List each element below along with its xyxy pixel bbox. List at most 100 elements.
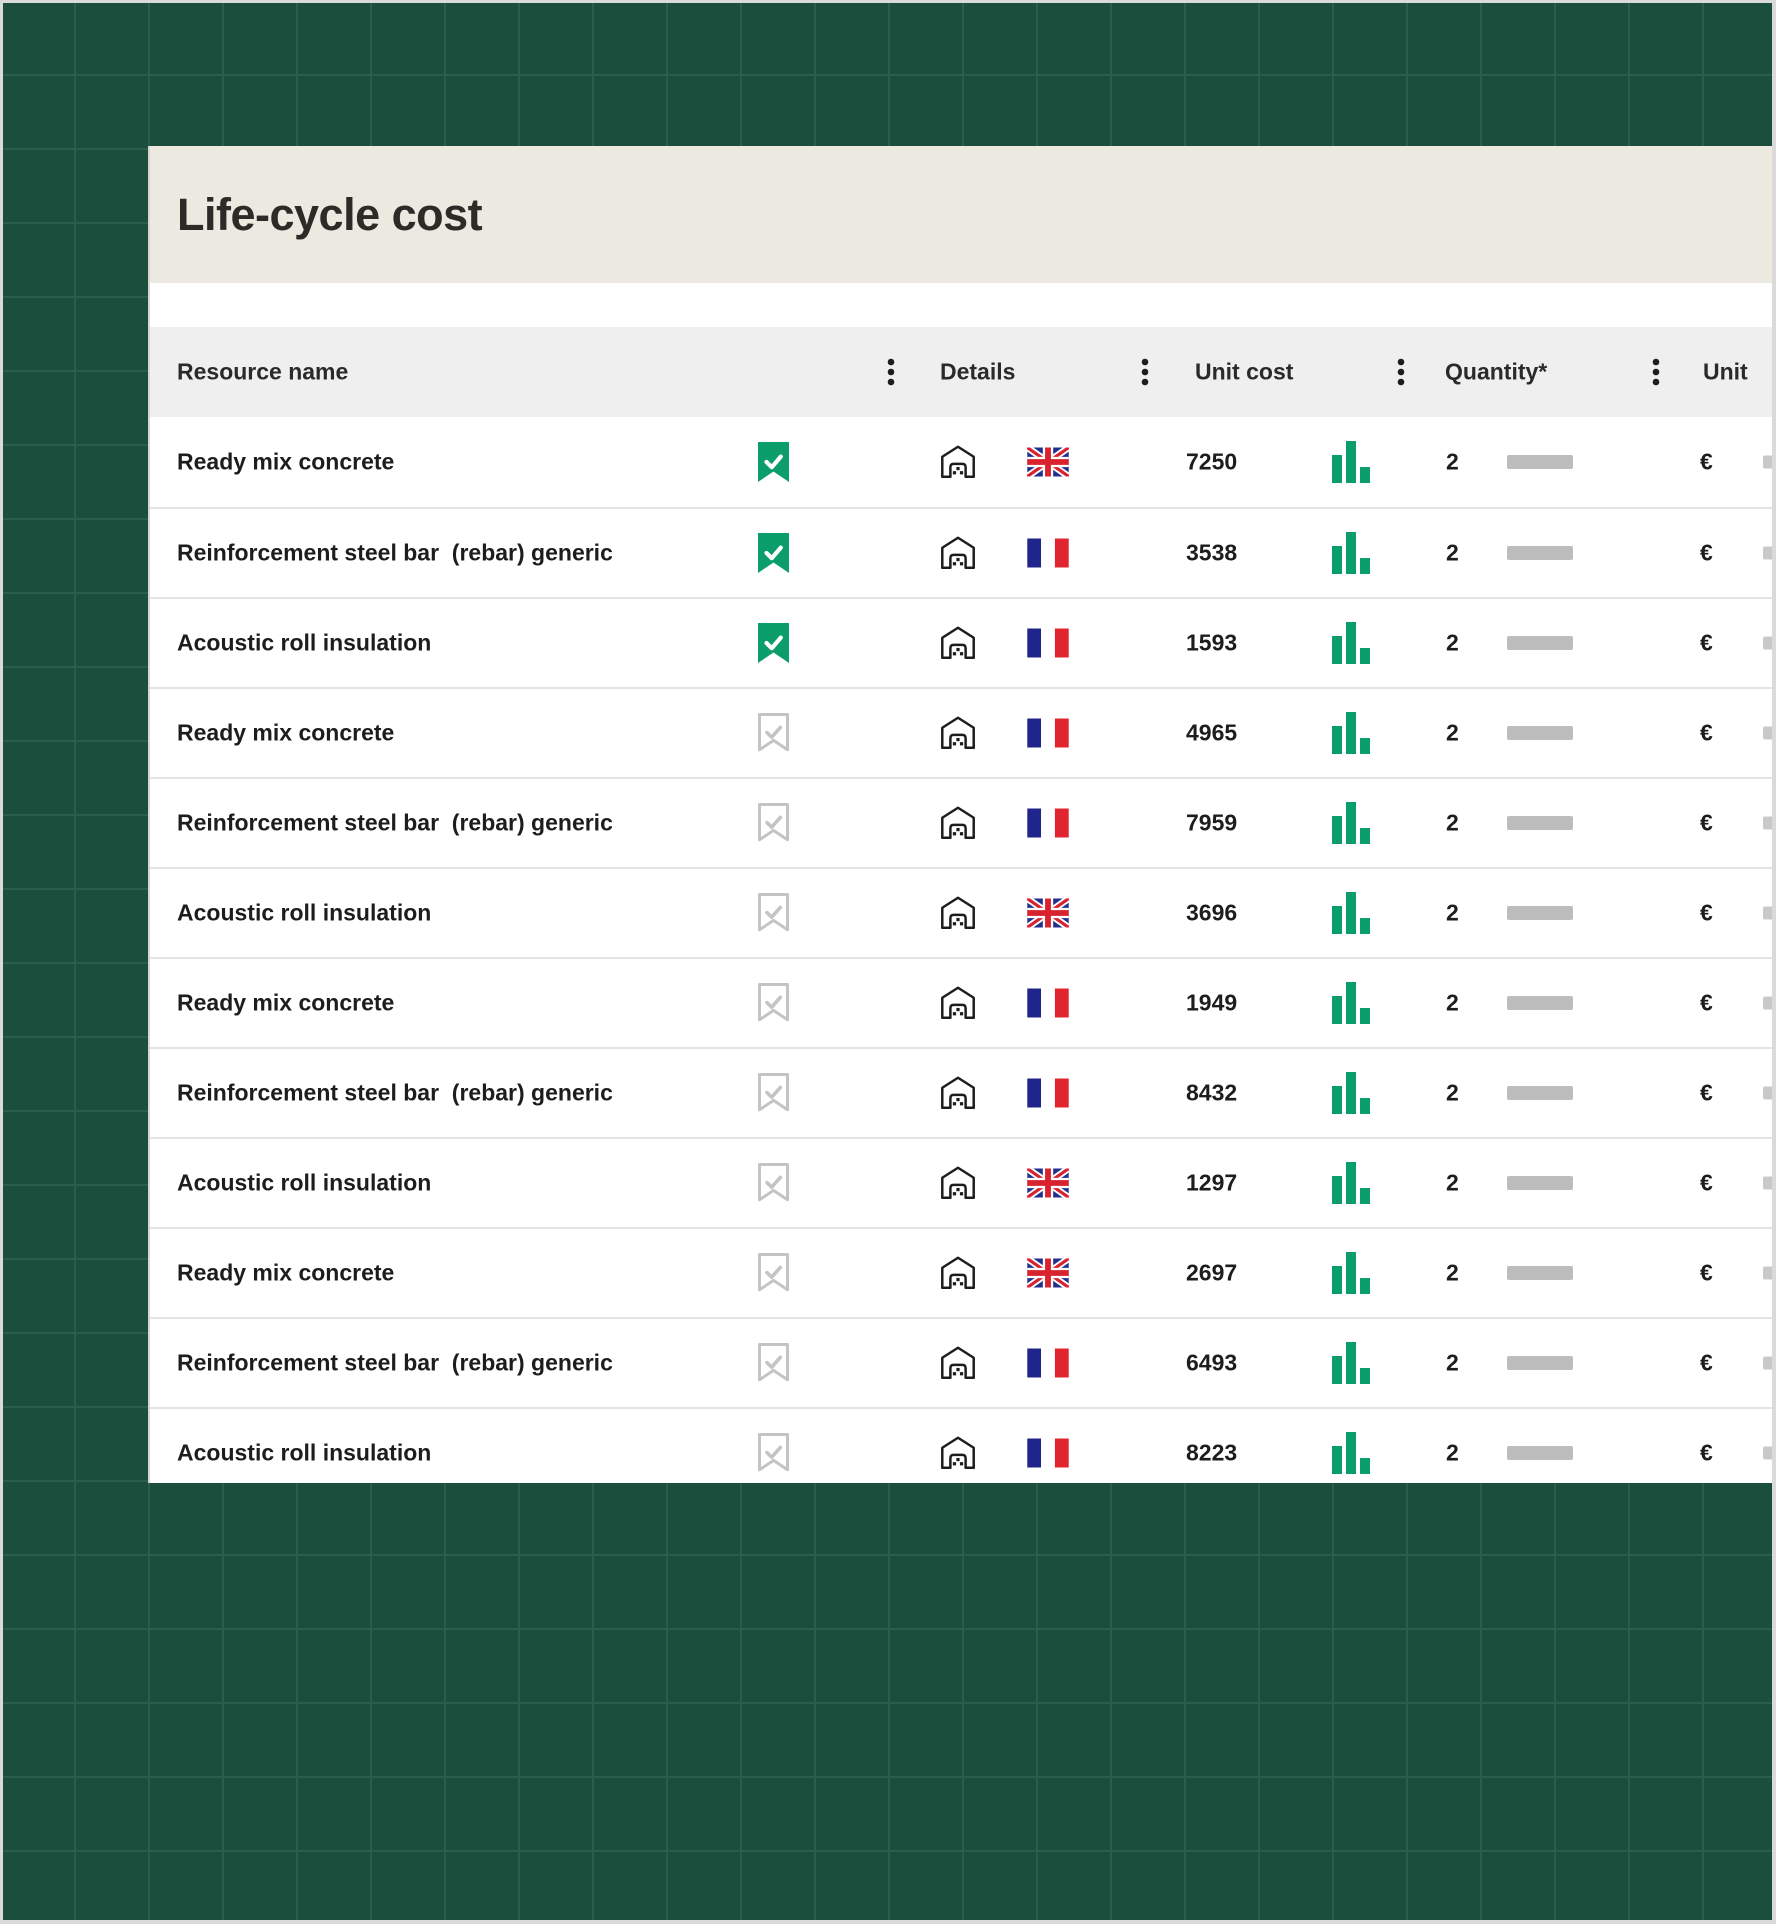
unit-cost-value: 8432 xyxy=(1186,1079,1238,1106)
lifecycle-cost-panel: Life-cycle cost Resource name Details Un… xyxy=(148,146,1772,1483)
quantity-skeleton-bar xyxy=(1507,1356,1573,1370)
warehouse-icon[interactable] xyxy=(938,983,978,1023)
skeleton-square xyxy=(1763,1266,1772,1280)
column-header-unit[interactable]: Unit xyxy=(1703,359,1748,386)
unit-currency: € xyxy=(1700,448,1713,475)
bar-chart-icon[interactable] xyxy=(1332,802,1370,844)
bookmark-unchecked-icon[interactable] xyxy=(758,713,789,753)
unit-cost-value: 4965 xyxy=(1186,719,1238,746)
warehouse-icon[interactable] xyxy=(938,533,978,573)
quantity-skeleton-bar xyxy=(1507,906,1573,920)
quantity-skeleton-bar xyxy=(1507,636,1573,650)
bookmark-unchecked-icon[interactable] xyxy=(758,893,789,933)
warehouse-icon[interactable] xyxy=(938,1343,978,1383)
warehouse-icon[interactable] xyxy=(938,1073,978,1113)
bookmark-unchecked-icon[interactable] xyxy=(758,1433,789,1473)
bookmark-unchecked-icon[interactable] xyxy=(758,983,789,1023)
table-row: Ready mix concrete xyxy=(150,1227,1772,1317)
bar-chart-icon[interactable] xyxy=(1332,892,1370,934)
column-menu-icon[interactable] xyxy=(1397,358,1405,386)
bar-chart-icon[interactable] xyxy=(1332,532,1370,574)
bookmark-unchecked-icon[interactable] xyxy=(758,1163,789,1203)
column-header-details[interactable]: Details xyxy=(940,359,1015,386)
quantity-value: 2 xyxy=(1446,1169,1459,1196)
flag-gb-icon xyxy=(1027,898,1069,928)
warehouse-icon[interactable] xyxy=(938,1253,978,1293)
skeleton-square xyxy=(1763,636,1772,650)
table-row: Acoustic roll insulation xyxy=(150,597,1772,687)
bookmark-checked-icon[interactable] xyxy=(758,442,789,482)
bar-chart-icon[interactable] xyxy=(1332,622,1370,664)
skeleton-square xyxy=(1763,1176,1772,1190)
flag-gb-icon xyxy=(1027,447,1069,477)
resource-name: Acoustic roll insulation xyxy=(177,899,432,926)
window-edge-bottom xyxy=(0,1920,1776,1924)
bar-chart-icon[interactable] xyxy=(1332,1252,1370,1294)
bar-chart-icon[interactable] xyxy=(1332,441,1370,483)
unit-currency: € xyxy=(1700,1079,1713,1106)
bar-chart-icon[interactable] xyxy=(1332,982,1370,1024)
warehouse-icon[interactable] xyxy=(938,442,978,482)
bar-chart-icon[interactable] xyxy=(1332,1072,1370,1114)
bookmark-checked-icon[interactable] xyxy=(758,623,789,663)
bookmark-unchecked-icon[interactable] xyxy=(758,1073,789,1113)
column-menu-icon[interactable] xyxy=(1652,358,1660,386)
quantity-skeleton-bar xyxy=(1507,1086,1573,1100)
resource-name: Ready mix concrete xyxy=(177,448,395,475)
window-edge-top xyxy=(0,0,1776,3)
bar-chart-icon[interactable] xyxy=(1332,1342,1370,1384)
warehouse-icon[interactable] xyxy=(938,1433,978,1473)
bookmark-unchecked-icon[interactable] xyxy=(758,1253,789,1293)
quantity-value: 2 xyxy=(1446,989,1459,1016)
bookmark-unchecked-icon[interactable] xyxy=(758,803,789,843)
panel-title-band: Life-cycle cost xyxy=(150,146,1772,283)
table-row: Ready mix concrete xyxy=(150,687,1772,777)
flag-fr-icon xyxy=(1027,718,1069,748)
resource-name: Ready mix concrete xyxy=(177,1259,395,1286)
bookmark-unchecked-icon[interactable] xyxy=(758,1343,789,1383)
column-header-quantity[interactable]: Quantity* xyxy=(1445,359,1547,386)
quantity-value: 2 xyxy=(1446,899,1459,926)
quantity-value: 2 xyxy=(1446,1349,1459,1376)
warehouse-icon[interactable] xyxy=(938,893,978,933)
unit-currency: € xyxy=(1700,1259,1713,1286)
warehouse-icon[interactable] xyxy=(938,713,978,753)
panel-spacer xyxy=(150,283,1772,327)
quantity-value: 2 xyxy=(1446,448,1459,475)
quantity-value: 2 xyxy=(1446,1079,1459,1106)
unit-cost-value: 6493 xyxy=(1186,1349,1238,1376)
quantity-skeleton-bar xyxy=(1507,1446,1573,1460)
unit-cost-value: 7250 xyxy=(1186,448,1238,475)
skeleton-square xyxy=(1763,1356,1772,1370)
flag-fr-icon xyxy=(1027,538,1069,568)
flag-fr-icon xyxy=(1027,808,1069,838)
quantity-value: 2 xyxy=(1446,1259,1459,1286)
unit-currency: € xyxy=(1700,629,1713,656)
unit-cost-value: 8223 xyxy=(1186,1439,1238,1466)
bar-chart-icon[interactable] xyxy=(1332,1432,1370,1474)
column-header-unit-cost[interactable]: Unit cost xyxy=(1195,359,1293,386)
quantity-value: 2 xyxy=(1446,809,1459,836)
resource-name: Ready mix concrete xyxy=(177,719,395,746)
quantity-skeleton-bar xyxy=(1507,546,1573,560)
unit-currency: € xyxy=(1700,539,1713,566)
bar-chart-icon[interactable] xyxy=(1332,712,1370,754)
table-row: Reinforcement steel bar (rebar) generic xyxy=(150,777,1772,867)
warehouse-icon[interactable] xyxy=(938,803,978,843)
skeleton-square xyxy=(1763,455,1772,469)
flag-fr-icon xyxy=(1027,1438,1069,1468)
bookmark-checked-icon[interactable] xyxy=(758,533,789,573)
warehouse-icon[interactable] xyxy=(938,1163,978,1203)
table-row: Acoustic roll insulation xyxy=(150,1407,1772,1483)
column-menu-icon[interactable] xyxy=(887,358,895,386)
quantity-skeleton-bar xyxy=(1507,726,1573,740)
column-header-resource-name[interactable]: Resource name xyxy=(177,359,348,386)
warehouse-icon[interactable] xyxy=(938,623,978,663)
unit-currency: € xyxy=(1700,1169,1713,1196)
flag-gb-icon xyxy=(1027,1258,1069,1288)
unit-cost-value: 1949 xyxy=(1186,989,1238,1016)
column-menu-icon[interactable] xyxy=(1141,358,1149,386)
table-row: Ready mix concrete xyxy=(150,417,1772,507)
resource-name: Reinforcement steel bar (rebar) generic xyxy=(177,809,613,836)
bar-chart-icon[interactable] xyxy=(1332,1162,1370,1204)
